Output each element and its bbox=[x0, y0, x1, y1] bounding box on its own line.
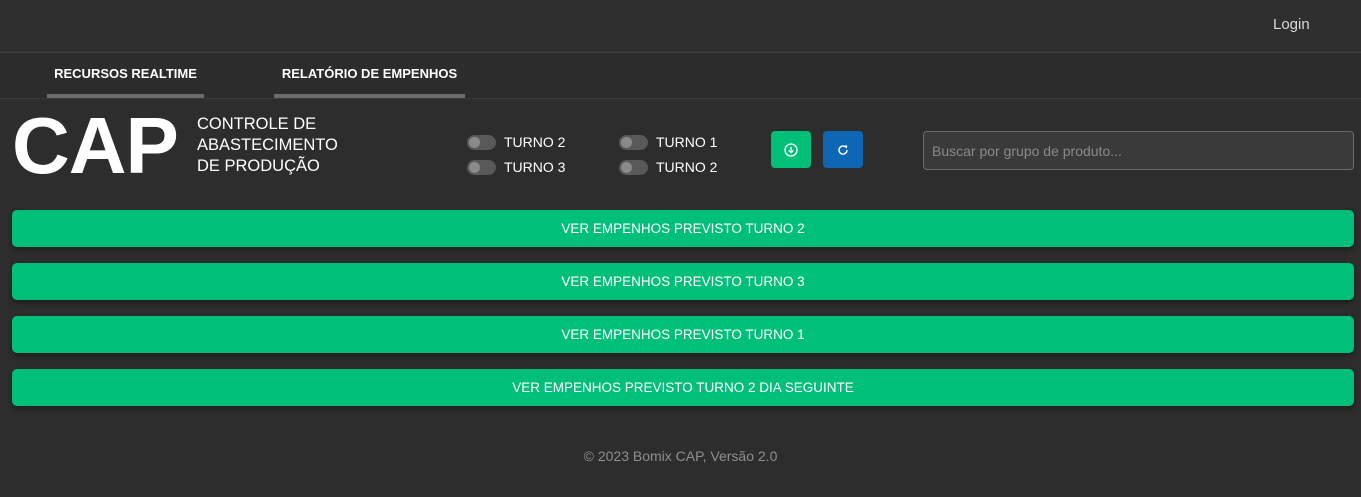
toggle-label: TURNO 1 bbox=[656, 134, 718, 150]
app-subtitle: CONTROLE DE ABASTECIMENTO DE PRODUÇÃO bbox=[197, 114, 367, 177]
toggle-label: TURNO 2 bbox=[504, 134, 566, 150]
ver-empenhos-turno-1-button[interactable]: VER EMPENHOS PREVISTO TURNO 1 bbox=[12, 316, 1354, 353]
ver-empenhos-turno-2-button[interactable]: VER EMPENHOS PREVISTO TURNO 2 bbox=[12, 210, 1354, 247]
tab-recursos-realtime[interactable]: RECURSOS REALTIME bbox=[47, 54, 204, 98]
ver-empenhos-turno-3-button[interactable]: VER EMPENHOS PREVISTO TURNO 3 bbox=[12, 263, 1354, 300]
nav-bar: RECURSOS REALTIME RELATÓRIO DE EMPENHOS bbox=[0, 54, 1361, 99]
app-logo: CAP bbox=[12, 101, 179, 190]
subtitle-line: ABASTECIMENTO bbox=[197, 136, 338, 154]
search-input[interactable] bbox=[923, 131, 1354, 170]
toggle-switch[interactable] bbox=[467, 159, 496, 175]
toggle-switch[interactable] bbox=[619, 134, 648, 150]
subtitle-line: DE PRODUÇÃO bbox=[197, 157, 320, 175]
subtitle-line: CONTROLE DE bbox=[197, 115, 317, 133]
tab-relatorio-empenhos[interactable]: RELATÓRIO DE EMPENHOS bbox=[274, 54, 465, 98]
toggle-turno-2[interactable]: TURNO 2 bbox=[467, 134, 565, 150]
toggle-label: TURNO 3 bbox=[504, 159, 566, 175]
toggle-turno-3[interactable]: TURNO 3 bbox=[467, 159, 565, 175]
refresh-button[interactable] bbox=[823, 131, 863, 168]
toggle-switch[interactable] bbox=[467, 134, 496, 150]
toggle-turno-2-alt[interactable]: TURNO 2 bbox=[619, 159, 717, 175]
refresh-icon bbox=[838, 144, 848, 155]
download-button[interactable] bbox=[771, 131, 811, 168]
download-circle-icon bbox=[784, 142, 798, 157]
toggle-turno-1[interactable]: TURNO 1 bbox=[619, 134, 717, 150]
ver-empenhos-turno-2-dia-seguinte-button[interactable]: VER EMPENHOS PREVISTO TURNO 2 DIA SEGUIN… bbox=[12, 369, 1354, 406]
footer-copyright: © 2023 Bomix CAP, Versão 2.0 bbox=[583, 448, 778, 464]
login-link[interactable]: Login bbox=[1273, 16, 1310, 33]
toggle-label: TURNO 2 bbox=[656, 159, 718, 175]
toggle-switch[interactable] bbox=[619, 159, 648, 175]
top-bar: Login bbox=[0, 0, 1361, 53]
